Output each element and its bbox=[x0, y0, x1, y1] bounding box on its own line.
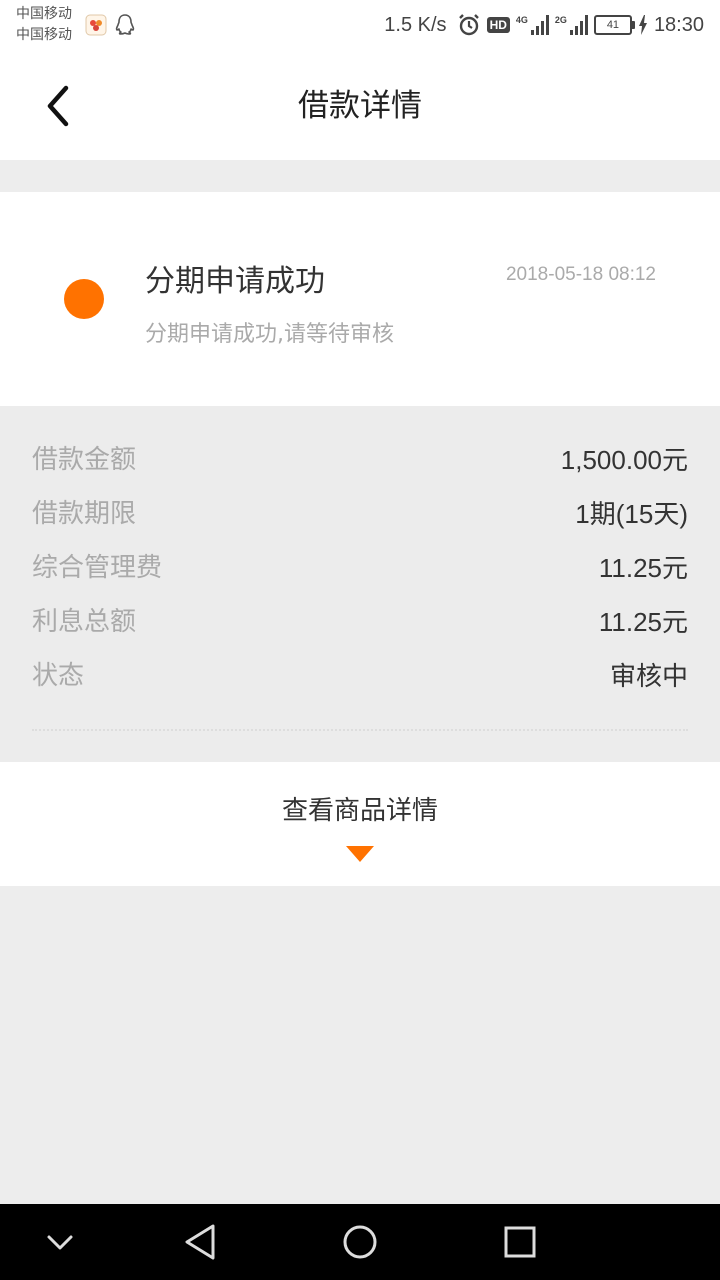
detail-label: 状态 bbox=[32, 661, 85, 691]
circle-home-icon bbox=[343, 1225, 377, 1259]
detail-row-loan-amount: 借款金额 1,500.00元 bbox=[32, 440, 688, 480]
detail-label: 借款金额 bbox=[32, 445, 137, 475]
detail-row-status: 状态 审核中 bbox=[32, 656, 688, 696]
clock: 18:30 bbox=[653, 13, 704, 36]
carrier-label-2: 中国移动 bbox=[16, 27, 72, 43]
signal-bars-icon bbox=[569, 15, 588, 35]
loan-details: 借款金额 1,500.00元 借款期限 1期(15天) 综合管理费 11.25元… bbox=[0, 406, 720, 762]
detail-row-loan-term: 借款期限 1期(15天) bbox=[32, 494, 688, 534]
nav-home-button[interactable] bbox=[336, 1218, 384, 1266]
alarm-icon bbox=[458, 14, 479, 36]
net-type-4g: 4G bbox=[515, 15, 528, 25]
detail-label: 借款期限 bbox=[32, 499, 137, 529]
navigation-bar bbox=[0, 1204, 720, 1280]
network-speed: 1.5 K/s bbox=[384, 13, 447, 36]
battery-icon: 41 bbox=[593, 15, 635, 35]
hd-badge: HD bbox=[486, 17, 510, 33]
detail-value: 11.25元 bbox=[598, 553, 688, 583]
detail-value: 11.25元 bbox=[598, 607, 688, 637]
signal-4g: 4G bbox=[516, 15, 549, 35]
triangle-down-icon bbox=[346, 846, 374, 862]
qq-icon bbox=[115, 14, 135, 35]
divider bbox=[32, 729, 688, 731]
carrier-label-1: 中国移动 bbox=[16, 6, 72, 22]
nav-hide-button[interactable] bbox=[36, 1218, 84, 1266]
signal-2g: 2G bbox=[555, 15, 588, 35]
net-type-2g: 2G bbox=[554, 15, 567, 25]
detail-value: 1,500.00元 bbox=[560, 445, 688, 475]
view-product-details-button[interactable]: 查看商品详情 bbox=[0, 762, 720, 886]
detail-value: 1期(15天) bbox=[575, 499, 688, 529]
chevron-down-icon bbox=[47, 1235, 73, 1250]
nav-back-button[interactable] bbox=[176, 1218, 224, 1266]
signal-bars-icon bbox=[530, 15, 549, 35]
application-status-card: 分期申请成功 2018-05-18 08:12 分期申请成功,请等待审核 bbox=[0, 192, 720, 406]
detail-value: 审核中 bbox=[609, 661, 688, 691]
status-timestamp: 2018-05-18 08:12 bbox=[505, 264, 656, 285]
status-title: 分期申请成功 bbox=[145, 264, 325, 299]
page-title: 借款详情 bbox=[298, 88, 422, 124]
detail-row-management-fee: 综合管理费 11.25元 bbox=[32, 548, 688, 588]
view-product-details-label: 查看商品详情 bbox=[281, 796, 438, 826]
triangle-back-icon bbox=[185, 1224, 215, 1260]
status-bar: 中国移动 中国移动 1.5 K/s HD 4G 2G 41 18:30 bbox=[0, 0, 720, 52]
status-description: 分期申请成功,请等待审核 bbox=[145, 322, 394, 347]
detail-label: 利息总额 bbox=[32, 607, 137, 637]
status-dot bbox=[64, 279, 104, 319]
app-header: 借款详情 bbox=[0, 52, 720, 160]
charging-icon bbox=[638, 15, 647, 35]
detail-row-total-interest: 利息总额 11.25元 bbox=[32, 602, 688, 642]
square-recents-icon bbox=[504, 1226, 536, 1258]
nav-recents-button[interactable] bbox=[496, 1218, 544, 1266]
detail-label: 综合管理费 bbox=[32, 553, 163, 583]
app-notification-icon bbox=[85, 14, 107, 36]
carrier-info: 中国移动 中国移动 bbox=[16, 4, 72, 46]
